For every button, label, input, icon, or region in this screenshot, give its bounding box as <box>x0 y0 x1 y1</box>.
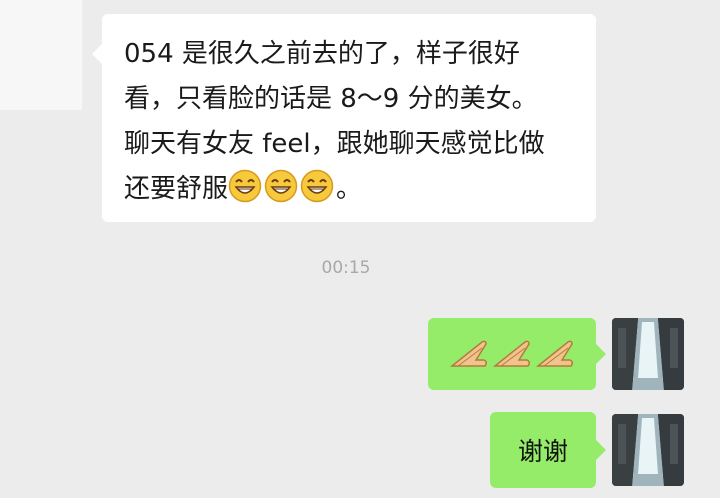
pointing-hand-emoji-icon <box>492 340 531 367</box>
message-line-1: 054 是很久之前去的了，样子很好 <box>124 39 520 69</box>
message-line-4: 还要舒服 。 <box>124 167 572 212</box>
message-line-4-end: 。 <box>336 174 363 204</box>
pointing-hand-emoji-icon <box>535 340 574 367</box>
outgoing-emoji-bubble[interactable] <box>428 318 606 390</box>
outgoing-text-bubble[interactable]: 谢谢 <box>490 412 606 488</box>
message-timestamp: 00:15 <box>321 258 371 278</box>
message-line-4-text: 还要舒服 <box>124 174 229 204</box>
pointing-hand-emoji-group <box>449 340 574 367</box>
grinning-face-emoji-icon <box>300 169 334 203</box>
grinning-face-emoji-icon <box>228 169 262 203</box>
message-line-3: 聊天有女友 feel，跟她聊天感觉比做 <box>124 129 545 159</box>
avatar[interactable] <box>612 318 684 390</box>
grinning-face-emoji-icon <box>264 169 298 203</box>
top-left-patch <box>0 0 82 110</box>
avatar[interactable] <box>612 414 684 486</box>
pointing-hand-emoji-icon <box>449 340 488 367</box>
incoming-message-bubble[interactable]: 054 是很久之前去的了，样子很好 看，只看脸的话是 8～9 分的美女。 聊天有… <box>92 14 596 222</box>
outgoing-message-text: 谢谢 <box>517 437 568 466</box>
message-line-2: 看，只看脸的话是 8～9 分的美女。 <box>124 84 538 114</box>
